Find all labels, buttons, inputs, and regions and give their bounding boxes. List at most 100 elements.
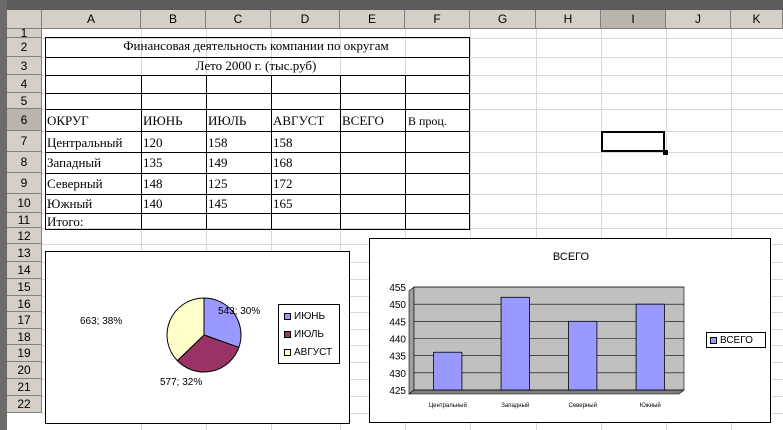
plot-floor — [408, 389, 685, 395]
row-header-19[interactable]: 19 — [7, 345, 42, 362]
row-header-6[interactable]: 6 — [7, 109, 42, 131]
table-border — [45, 57, 470, 58]
row-header-22[interactable]: 22 — [7, 396, 42, 413]
legend-label: ВСЕГО — [720, 335, 753, 346]
x-tick-label: Северный — [569, 402, 597, 409]
table-cell[interactable]: 125 — [208, 176, 228, 192]
row-header-9[interactable]: 9 — [7, 173, 42, 194]
header-cell-july[interactable]: ИЮЛЬ — [208, 113, 246, 129]
table-cell[interactable]: 135 — [143, 155, 163, 171]
table-cell[interactable]: 158 — [208, 135, 228, 151]
row-header-20[interactable]: 20 — [7, 362, 42, 379]
y-tick-label: 450 — [389, 300, 406, 311]
table-cell[interactable]: 149 — [208, 155, 228, 171]
y-tick-label: 425 — [389, 386, 406, 397]
y-tick-label: 440 — [389, 335, 406, 346]
table-cell[interactable]: 165 — [273, 196, 293, 212]
bar-1[interactable] — [500, 296, 530, 391]
table-border — [45, 194, 470, 195]
row-header-8[interactable]: 8 — [7, 152, 42, 173]
table-border — [271, 75, 272, 229]
legend-swatch — [710, 337, 717, 344]
row-header-13[interactable]: 13 — [7, 244, 42, 262]
header-cell-august[interactable]: АВГУСТ — [273, 113, 324, 129]
column-header-i[interactable]: I — [601, 10, 666, 29]
table-border — [45, 37, 470, 38]
row-header-4[interactable]: 4 — [7, 75, 42, 93]
bar-chart-svg: 425 430 435 440 445 450 455 Центральный Западный… — [389, 283, 685, 409]
table-border — [141, 75, 142, 229]
row-header-11[interactable]: 11 — [7, 213, 42, 228]
row-header-15[interactable]: 15 — [7, 279, 42, 296]
row-header-10[interactable]: 10 — [7, 194, 42, 213]
sheet-title[interactable]: Финансовая деятельность компании по окру… — [47, 38, 465, 54]
x-tick-label: Центральный — [429, 402, 467, 409]
row-header-3[interactable]: 3 — [7, 57, 42, 75]
window-left-edge — [0, 0, 7, 430]
sheet-subtitle[interactable]: Лето 2000 г. (тыс.руб) — [47, 58, 465, 74]
bar-2[interactable] — [568, 320, 598, 391]
column-header-h[interactable]: H — [536, 10, 601, 29]
row-header-14[interactable]: 14 — [7, 262, 42, 279]
spreadsheet-window: ABCDEFGHIJK 1 2 3 4 5 6 7 8 9 10 11 12 13 14 15 16 17 18 1… — [0, 0, 783, 430]
x-tick-label: Южный — [640, 402, 661, 409]
table-cell[interactable]: 158 — [273, 135, 293, 151]
column-header-a[interactable]: A — [42, 10, 141, 29]
table-cell[interactable]: Западный — [47, 155, 101, 171]
table-cell[interactable]: 172 — [273, 176, 293, 192]
header-cell-june[interactable]: ИЮНЬ — [143, 113, 183, 129]
table-cell[interactable]: 140 — [143, 196, 163, 212]
pie-data-label: 663; 38% — [80, 316, 122, 327]
row-header-16[interactable]: 16 — [7, 296, 42, 312]
table-cell[interactable]: 168 — [273, 155, 293, 171]
column-header-d[interactable]: D — [271, 10, 340, 29]
y-tick-label: 435 — [389, 352, 406, 363]
active-cell-cursor[interactable] — [601, 131, 665, 152]
table-border — [45, 37, 46, 230]
table-border — [206, 75, 207, 229]
row-header-2[interactable]: 2 — [7, 38, 42, 57]
plot-side-wall — [408, 286, 415, 395]
row-header-17[interactable]: 17 — [7, 312, 42, 329]
table-border — [405, 75, 406, 229]
pie-chart[interactable]: 543; 30% 577; 32% 663; 38% ИЮНЬ ИЮЛЬ АВГУС… — [45, 251, 350, 424]
column-header-b[interactable]: B — [141, 10, 206, 29]
table-cell[interactable]: Северный — [47, 176, 103, 192]
window-top-edge — [0, 0, 783, 10]
fill-handle[interactable] — [663, 150, 668, 155]
table-cell[interactable]: 145 — [208, 196, 228, 212]
table-cell[interactable]: 120 — [143, 135, 163, 151]
bar-chart-title: ВСЕГО — [552, 251, 590, 263]
row-header-5[interactable]: 5 — [7, 93, 42, 109]
table-cell[interactable]: Южный — [47, 196, 92, 212]
column-header-c[interactable]: C — [206, 10, 271, 29]
header-cell-percent[interactable]: В проц. — [408, 113, 447, 129]
table-border — [340, 75, 341, 229]
row-header-18[interactable]: 18 — [7, 329, 42, 345]
column-header-e[interactable]: E — [340, 10, 405, 29]
total-label-cell[interactable]: Итого: — [47, 214, 84, 230]
row-header-7[interactable]: 7 — [7, 131, 42, 152]
table-cell[interactable]: Центральный — [47, 135, 122, 151]
column-header-g[interactable]: G — [470, 10, 536, 29]
row-header-1[interactable]: 1 — [7, 27, 42, 39]
table-border — [45, 93, 470, 94]
header-cell-district[interactable]: ОКРУГ — [47, 113, 89, 129]
bar-3[interactable] — [635, 303, 665, 391]
row-header-12[interactable]: 12 — [7, 228, 42, 244]
bar-0[interactable] — [433, 351, 463, 391]
x-tick-label: Западный — [501, 402, 529, 409]
column-header-k[interactable]: K — [731, 10, 783, 29]
table-border — [45, 75, 470, 76]
table-border — [469, 37, 470, 230]
header-cell-total[interactable]: ВСЕГО — [342, 113, 384, 129]
table-border — [45, 213, 470, 214]
table-cell[interactable]: 148 — [143, 176, 163, 192]
legend-item-total: ВСЕГО — [710, 335, 753, 346]
bar-chart[interactable]: 425 430 435 440 445 450 455 Центральный Западный… — [369, 238, 771, 423]
row-header-21[interactable]: 21 — [7, 379, 42, 396]
column-header-j[interactable]: J — [666, 10, 731, 29]
column-header-f[interactable]: F — [405, 10, 470, 29]
pie-data-label: 577; 32% — [160, 377, 202, 388]
table-border — [45, 109, 470, 110]
